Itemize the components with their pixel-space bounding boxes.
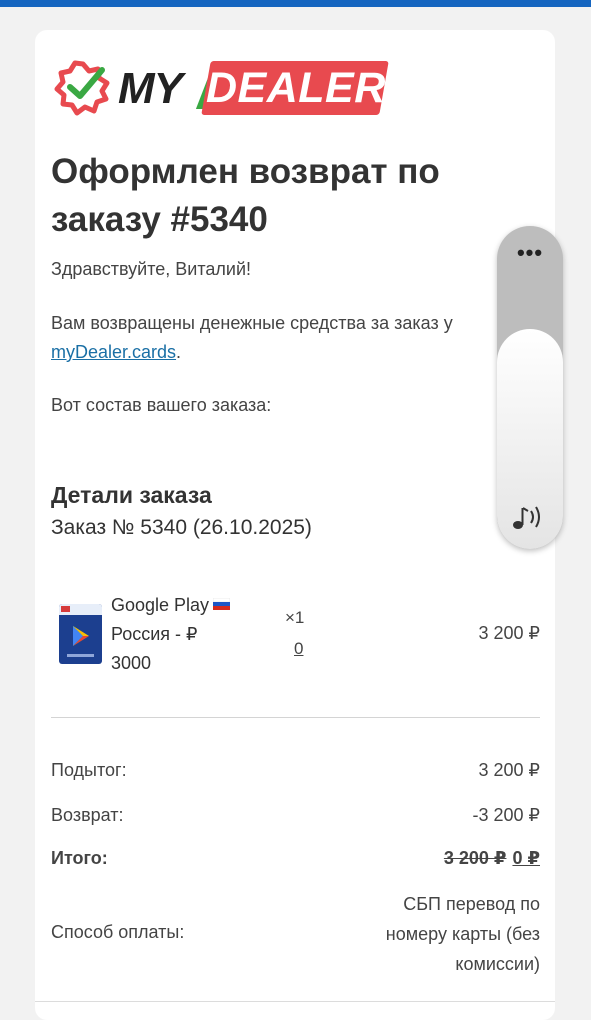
total-new-value: 0 ₽	[512, 848, 540, 868]
logo-dealer-text: DEALER	[206, 64, 386, 112]
floating-media-panel[interactable]: •••	[497, 226, 563, 549]
logo-my-text: MY	[118, 64, 183, 113]
refund-text: Вам возвращены денежные средства за зака…	[51, 313, 453, 333]
payment-method-label: Способ оплаты:	[51, 922, 185, 942]
subtotal-label: Подытог:	[51, 760, 127, 780]
refund-value: -3 200 ₽	[472, 805, 541, 825]
google-play-icon	[61, 606, 94, 657]
google-play-card-image	[59, 604, 102, 664]
total-old-value: 3 200 ₽	[443, 848, 507, 868]
card-bottom-edge	[35, 1001, 555, 1002]
refund-label: Возврат:	[51, 805, 124, 825]
order-details-heading: Детали заказа	[51, 482, 212, 508]
total-label: Итого:	[51, 848, 108, 868]
product-price: 3 200 ₽	[478, 623, 541, 643]
quantity-value: 0	[294, 639, 304, 658]
refund-period: .	[176, 342, 182, 362]
product-title: Google Play	[111, 595, 210, 615]
russia-flag-icon	[213, 598, 231, 610]
product-name: Google Play Россия - ₽ 3000	[111, 591, 251, 678]
product-amount: 3000	[111, 653, 152, 673]
more-dots-icon[interactable]: •••	[497, 240, 563, 266]
total-value: 3 200 ₽0 ₽	[444, 848, 540, 869]
sound-note-icon[interactable]	[511, 502, 547, 532]
payment-method-value: СБП перевод по номеру карты (без комисси…	[385, 894, 540, 974]
order-intro-text: Вот состав вашего заказа:	[51, 395, 272, 415]
order-number: Заказ № 5340 (26.10.2025)	[51, 516, 312, 539]
divider	[51, 717, 540, 718]
quantity-label: ×1	[285, 608, 305, 627]
subtotal-value: 3 200 ₽	[478, 760, 541, 780]
page-title: Оформлен возврат по заказу #5340	[51, 152, 440, 239]
site-link[interactable]: myDealer.cards	[51, 342, 176, 362]
greeting-text: Здравствуйте, Виталий!	[51, 259, 252, 279]
product-region: Россия - ₽	[111, 624, 198, 644]
mydealer-logo: MY / DEALER	[52, 57, 392, 120]
logo-badge-icon	[54, 60, 110, 116]
logo-dealer-box: DEALER	[201, 61, 389, 115]
refund-paragraph: Вам возвращены денежные средства за зака…	[51, 309, 501, 367]
top-accent-bar	[0, 0, 591, 7]
